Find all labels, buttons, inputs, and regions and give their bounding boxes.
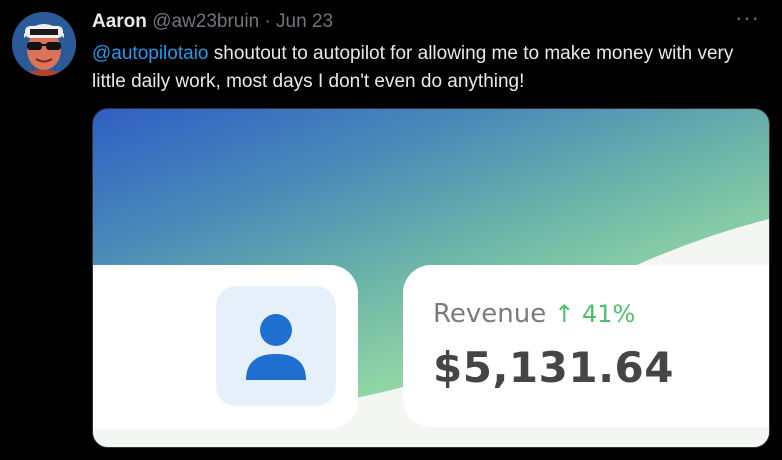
- more-horizontal-icon[interactable]: ···: [735, 6, 760, 30]
- revenue-label-row: Revenue ↑ 41%: [433, 299, 635, 329]
- author-handle[interactable]: @aw23bruin: [152, 11, 259, 32]
- revenue-label: Revenue: [433, 299, 547, 329]
- author-name[interactable]: Aaron: [92, 11, 147, 32]
- tweet-media[interactable]: Revenue ↑ 41% $5,131.64: [92, 108, 770, 448]
- up-arrow-icon: ↑: [554, 300, 575, 328]
- tweet-text: @autopilotaio shoutout to autopilot for …: [92, 40, 762, 96]
- avatar[interactable]: [12, 12, 76, 76]
- avatar-image: [12, 12, 76, 76]
- tweet-date[interactable]: Jun 23: [276, 11, 333, 32]
- user-tile: [216, 286, 336, 406]
- user-icon: [246, 314, 306, 380]
- mention-link[interactable]: @autopilotaio: [92, 43, 208, 64]
- header-separator: ·: [264, 11, 271, 32]
- revenue-change-value: 41%: [581, 300, 636, 328]
- revenue-value: $5,131.64: [433, 343, 674, 392]
- tweet-header: Aaron @aw23bruin · Jun 23: [92, 10, 333, 34]
- revenue-card: Revenue ↑ 41% $5,131.64: [403, 265, 769, 427]
- revenue-change: ↑ 41%: [554, 300, 635, 328]
- tweet[interactable]: Aaron @aw23bruin · Jun 23 ··· @autopilot…: [0, 0, 782, 460]
